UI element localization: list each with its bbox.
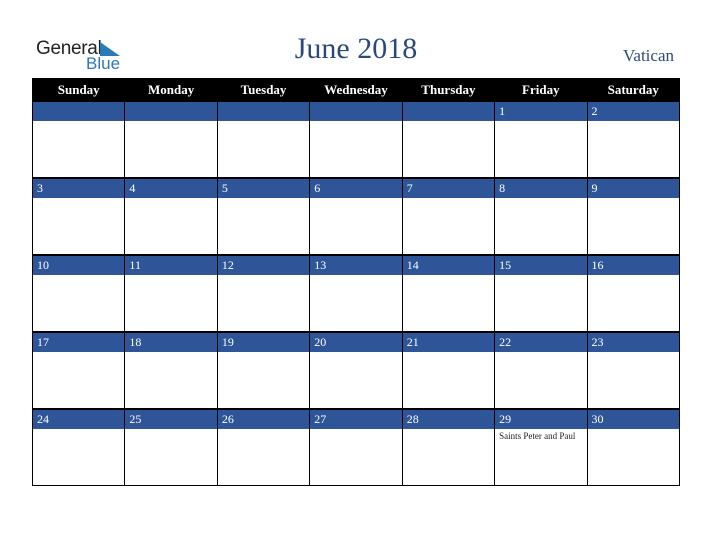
day-cell[interactable]: 20 <box>309 331 403 409</box>
date-number: 5 <box>217 178 310 198</box>
date-number: 11 <box>125 255 217 275</box>
day-cell[interactable]: 27 <box>309 408 403 486</box>
date-number: 14 <box>402 255 495 275</box>
date-number: 4 <box>125 178 217 198</box>
weekday-header: Wednesday <box>309 78 403 101</box>
day-cell[interactable]: 8 <box>494 177 588 255</box>
day-cell[interactable]: 14 <box>401 254 496 332</box>
date-number <box>33 101 125 121</box>
day-cell[interactable]: 15 <box>494 254 588 332</box>
date-number: 10 <box>33 255 125 275</box>
day-cell[interactable]: 9 <box>586 177 681 255</box>
day-cell[interactable]: 29 Saints Peter and Paul <box>494 408 588 486</box>
day-cell[interactable]: 13 <box>309 254 403 332</box>
date-number: 18 <box>125 332 217 352</box>
date-number: 13 <box>310 255 402 275</box>
week-row: 3456789 <box>31 177 681 255</box>
date-number: 2 <box>587 101 679 121</box>
date-number: 30 <box>587 409 679 429</box>
calendar-title: June 2018 <box>294 32 418 65</box>
date-number <box>310 101 402 121</box>
day-cell[interactable]: 26 <box>216 408 311 486</box>
day-cell[interactable]: 5 <box>216 177 311 255</box>
day-cell[interactable]: 4 <box>124 177 218 255</box>
day-cell[interactable] <box>401 101 496 178</box>
day-cell[interactable]: 11 <box>124 254 218 332</box>
day-cell[interactable]: 3 <box>31 177 126 255</box>
day-cell[interactable]: 30 <box>586 408 681 486</box>
date-number: 25 <box>125 409 217 429</box>
week-row: 24 25 26 27 28 29 Saints Peter and Paul 30 <box>31 408 681 486</box>
day-cell[interactable]: 25 <box>124 408 218 486</box>
date-number: 12 <box>217 255 310 275</box>
weekday-header: Friday <box>494 78 588 101</box>
day-cell[interactable] <box>309 101 403 178</box>
date-number: 19 <box>217 332 310 352</box>
day-cell[interactable]: 23 <box>586 331 681 409</box>
day-cell[interactable]: 1 <box>494 101 588 178</box>
weekday-header-row: Sunday Monday Tuesday Wednesday Thursday… <box>31 78 681 101</box>
date-number: 20 <box>310 332 402 352</box>
week-row: 17 18 19 20 21 22 23 <box>31 331 681 409</box>
country-label: Vatican <box>623 46 674 65</box>
date-number: 6 <box>310 178 402 198</box>
day-cell[interactable]: 21 <box>401 331 496 409</box>
weekday-header: Tuesday <box>216 78 311 101</box>
date-number: 1 <box>495 101 587 121</box>
date-number: 29 <box>495 409 587 429</box>
date-number: 24 <box>33 409 125 429</box>
day-cell[interactable] <box>216 101 311 178</box>
date-number: 26 <box>217 409 310 429</box>
date-number <box>217 101 310 121</box>
weekday-header: Saturday <box>586 78 681 101</box>
day-cell[interactable] <box>31 101 126 178</box>
weekday-header: Thursday <box>401 78 496 101</box>
week-row: 10 11 12 13 14 15 16 <box>31 254 681 332</box>
date-number: 17 <box>33 332 125 352</box>
holiday-note: Saints Peter and Paul <box>499 431 576 441</box>
day-cell[interactable]: 7 <box>401 177 496 255</box>
day-cell[interactable]: 22 <box>494 331 588 409</box>
date-number: 16 <box>587 255 679 275</box>
date-number: 9 <box>587 178 679 198</box>
date-number: 8 <box>495 178 587 198</box>
date-number: 3 <box>33 178 125 198</box>
date-number: 27 <box>310 409 402 429</box>
date-number: 21 <box>402 332 495 352</box>
calendar-grid: Sunday Monday Tuesday Wednesday Thursday… <box>31 78 681 486</box>
day-cell[interactable]: 12 <box>216 254 311 332</box>
date-number <box>402 101 495 121</box>
weekday-header: Sunday <box>31 78 126 101</box>
date-number: 15 <box>495 255 587 275</box>
date-number: 7 <box>402 178 495 198</box>
day-cell[interactable]: 6 <box>309 177 403 255</box>
day-cell[interactable]: 24 <box>31 408 126 486</box>
date-number: 23 <box>587 332 679 352</box>
week-row: 12 <box>31 101 681 178</box>
day-cell[interactable]: 19 <box>216 331 311 409</box>
day-cell[interactable]: 10 <box>31 254 126 332</box>
date-number: 28 <box>402 409 495 429</box>
day-cell[interactable]: 2 <box>586 101 681 178</box>
weekday-header: Monday <box>124 78 218 101</box>
day-cell[interactable] <box>124 101 218 178</box>
date-number: 22 <box>495 332 587 352</box>
day-cell[interactable]: 16 <box>586 254 681 332</box>
day-cell[interactable]: 18 <box>124 331 218 409</box>
date-number <box>125 101 217 121</box>
day-cell[interactable]: 17 <box>31 331 126 409</box>
day-cell[interactable]: 28 <box>401 408 496 486</box>
